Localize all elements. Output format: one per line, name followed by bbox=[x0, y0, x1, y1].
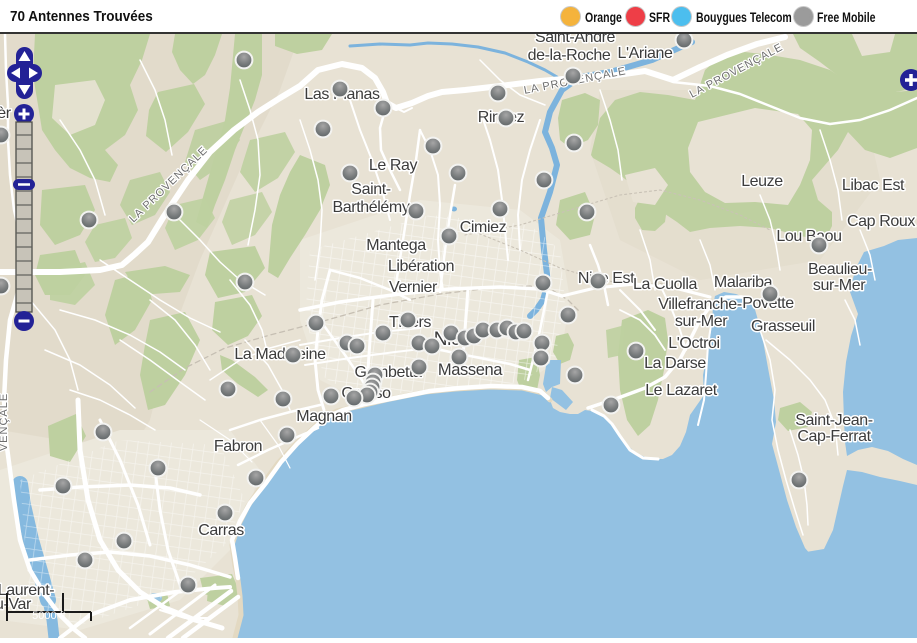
svg-text:Mantega: Mantega bbox=[366, 237, 426, 254]
svg-text:Villefranche-: Villefranche- bbox=[658, 296, 742, 313]
svg-text:La Darse: La Darse bbox=[644, 355, 706, 372]
svg-text:VENÇALE: VENÇALE bbox=[0, 393, 10, 451]
svg-text:u-Var: u-Var bbox=[0, 596, 32, 613]
svg-text:Beaulieu-: Beaulieu- bbox=[808, 261, 872, 278]
svg-text:Carras: Carras bbox=[198, 522, 244, 539]
svg-text:Saint-André: Saint-André bbox=[535, 34, 616, 46]
svg-text:Saint-Jean-: Saint-Jean- bbox=[795, 412, 872, 429]
svg-text:Le Lazaret: Le Lazaret bbox=[645, 382, 718, 399]
svg-text:Libac Est: Libac Est bbox=[842, 177, 905, 194]
svg-text:de-la-Roche: de-la-Roche bbox=[528, 47, 611, 64]
svg-text:Massena: Massena bbox=[438, 361, 503, 379]
svg-text:Cap Roux: Cap Roux bbox=[847, 213, 915, 230]
svg-text:5000 ft: 5000 ft bbox=[32, 610, 66, 622]
svg-text:Vernier: Vernier bbox=[389, 279, 438, 296]
svg-text:L'Ariane: L'Ariane bbox=[617, 45, 673, 62]
svg-text:La Madeleine: La Madeleine bbox=[234, 346, 326, 363]
svg-text:sur-Mer: sur-Mer bbox=[813, 277, 866, 294]
svg-text:sur-Mer: sur-Mer bbox=[675, 313, 728, 330]
svg-text:Grasseuil: Grasseuil bbox=[751, 318, 815, 335]
svg-text:Fabron: Fabron bbox=[214, 438, 262, 455]
svg-text:Cap-Ferrat: Cap-Ferrat bbox=[797, 428, 871, 445]
svg-text:Magnan: Magnan bbox=[296, 408, 351, 425]
svg-text:Le Ray: Le Ray bbox=[369, 157, 418, 174]
svg-text:La Cuolla: La Cuolla bbox=[633, 276, 698, 293]
svg-text:L'Octroi: L'Octroi bbox=[668, 335, 719, 352]
svg-text:Leuze: Leuze bbox=[741, 173, 783, 190]
svg-text:Lou Baou: Lou Baou bbox=[776, 228, 841, 245]
svg-text:Libération: Libération bbox=[388, 258, 454, 275]
svg-text:Cimiez: Cimiez bbox=[460, 219, 507, 236]
svg-text:Saint-: Saint- bbox=[351, 181, 390, 198]
svg-text:èr: èr bbox=[0, 105, 12, 122]
svg-text:Barthélémy: Barthélémy bbox=[333, 199, 410, 216]
